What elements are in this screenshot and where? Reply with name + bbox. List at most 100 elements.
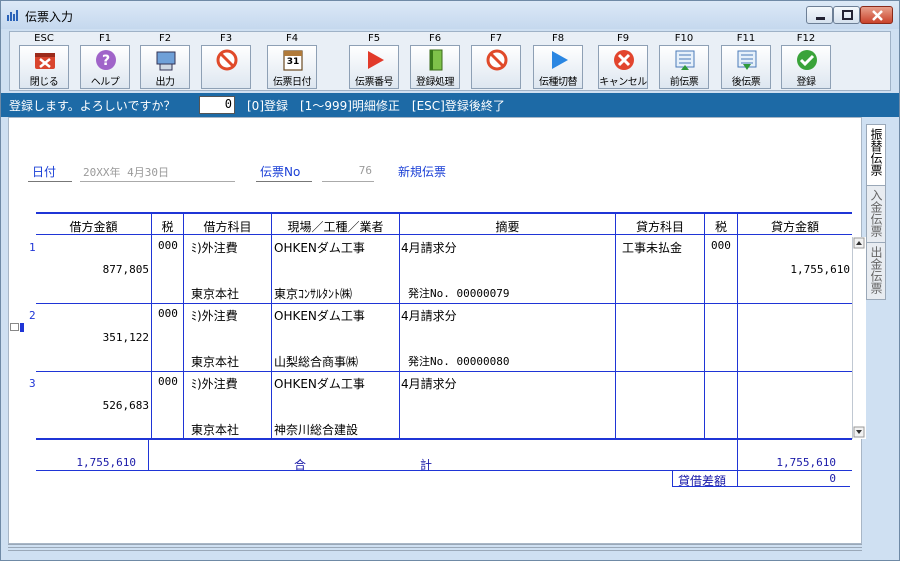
vendor-cell[interactable]: 東京ｺﾝｻﾙﾀﾝﾄ㈱ (274, 285, 352, 302)
row-number: 2 (29, 309, 36, 322)
tax-cell[interactable]: 000 (158, 375, 178, 388)
tax-cell[interactable]: 000 (158, 239, 178, 252)
column-header: 現場／工種／業者 (287, 220, 384, 234)
fkey-icon-box (471, 45, 521, 89)
fkey-icon-box: キャンセル (598, 45, 648, 89)
fkey-button-f6[interactable]: F6 登録処理 (407, 32, 463, 92)
fkey-button-f5[interactable]: F5 伝票番号 (346, 32, 402, 92)
svg-text:?: ? (102, 53, 110, 69)
vertical-scrollbar[interactable] (852, 237, 866, 439)
fkey-label: F12 (796, 33, 816, 44)
memo-cell[interactable]: 4月請求分 (401, 239, 457, 256)
site-cell[interactable]: OHKENダム工事 (274, 375, 365, 392)
site-cell[interactable]: OHKENダム工事 (274, 239, 365, 256)
order-no-cell[interactable]: 発注No. 00000079 (408, 285, 509, 301)
new-slip-label: 新規伝票 (398, 165, 447, 179)
column-header: 借方金額 (69, 220, 118, 234)
total-label-b: 計 (420, 458, 433, 472)
vendor-cell[interactable]: 山梨総合商事㈱ (274, 353, 358, 370)
vendor-cell[interactable]: 神奈川総合建設 (274, 421, 358, 438)
fkey-icon-box: 登録 (781, 45, 831, 89)
fkey-button-f8[interactable]: F8 伝種切替 (530, 32, 586, 92)
tab-receipt-slip[interactable]: 入金伝票 (866, 185, 886, 243)
branch-cell[interactable]: 東京本社 (191, 421, 239, 438)
memo-cell[interactable]: 4月請求分 (401, 375, 457, 392)
date-label: 日付 (32, 165, 57, 179)
credit-amount-cell[interactable]: 1,755,610 (740, 263, 850, 276)
fkey-icon-box: 伝種切替 (533, 45, 583, 89)
fkey-caption: キャンセル (599, 77, 647, 88)
fkey-button-f11[interactable]: F11 後伝票 (718, 32, 774, 92)
fkey-caption: 伝種切替 (539, 77, 578, 88)
column-header: 借方科目 (203, 220, 252, 234)
credit-total: 1,755,610 (776, 456, 836, 469)
fkey-button-f9[interactable]: F9 キャンセル (595, 32, 651, 92)
fkey-caption: 登録処理 (416, 77, 455, 88)
fkey-icon-box (201, 45, 251, 89)
fkey-label: F7 (489, 33, 503, 44)
fkey-label: F8 (551, 33, 565, 44)
memo-cell[interactable]: 4月請求分 (401, 307, 457, 324)
site-cell[interactable]: OHKENダム工事 (274, 307, 365, 324)
fkey-caption: 伝票番号 (355, 77, 394, 88)
fkey-button-f4[interactable]: F4 31 伝票日付 (264, 32, 320, 92)
debit-account-cell[interactable]: ﾐ)外注費 (191, 307, 238, 324)
fkey-label: F9 (616, 33, 630, 44)
fkey-icon-box: 閉じる (19, 45, 69, 89)
function-key-toolbar: ESC 閉じる F1? ヘルプ F2 出力 F3 F4 31 伝票日付 F5 伝票番号 F6 登録処理 F7… (9, 31, 891, 91)
tax-cell[interactable]: 000 (158, 307, 178, 320)
date-field[interactable]: 20XX年 4月30日 (83, 164, 169, 180)
fkey-button-f3[interactable]: F3 (198, 32, 254, 92)
column-header: 摘要 (495, 220, 520, 234)
close-icon (872, 10, 883, 21)
slip-no-field[interactable]: 76 (322, 164, 372, 177)
row-number: 3 (29, 377, 36, 390)
fkey-caption: ヘルプ (90, 77, 120, 88)
fkey-button-f12[interactable]: F12 登録 (778, 32, 834, 92)
current-row-caret (20, 323, 24, 332)
confirm-input[interactable]: 0 (199, 96, 235, 114)
credit-tax-cell[interactable]: 000 (711, 239, 731, 252)
window-title: 伝票入力 (25, 10, 74, 24)
minimize-icon (816, 17, 825, 20)
row-number: 1 (29, 241, 36, 254)
fkey-caption: 登録 (796, 77, 817, 88)
tab-transfer-slip[interactable]: 振替伝票 (866, 124, 886, 186)
app-icon (7, 10, 18, 21)
branch-cell[interactable]: 東京本社 (191, 353, 239, 370)
fkey-label: F6 (428, 33, 442, 44)
total-label-a: 合 (294, 458, 307, 472)
fkey-button-f1[interactable]: F1? ヘルプ (77, 32, 133, 92)
debit-amount-cell[interactable]: 351,122 (60, 331, 149, 344)
maximize-button[interactable] (833, 6, 860, 24)
debit-account-cell[interactable]: ﾐ)外注費 (191, 239, 238, 256)
fkey-icon-box: 後伝票 (721, 45, 771, 89)
fkey-button-f7[interactable]: F7 (468, 32, 524, 92)
fkey-label: F10 (674, 33, 694, 44)
debit-total: 1,755,610 (76, 456, 136, 469)
fkey-caption: 出力 (155, 77, 176, 88)
column-header: 税 (714, 220, 727, 234)
fkey-icon-box: 前伝票 (659, 45, 709, 89)
balance-diff-label: 貸借差額 (678, 474, 727, 488)
fkey-button-f10[interactable]: F10 前伝票 (656, 32, 712, 92)
fkey-label: F1 (98, 33, 112, 44)
fkey-icon-box: 伝票番号 (349, 45, 399, 89)
column-header: 税 (161, 220, 174, 234)
fkey-label: ESC (34, 33, 54, 44)
debit-amount-cell[interactable]: 877,805 (60, 263, 149, 276)
fkey-caption: 後伝票 (731, 77, 761, 88)
column-header: 貸方金額 (770, 220, 819, 234)
debit-account-cell[interactable]: ﾐ)外注費 (191, 375, 238, 392)
close-button[interactable] (860, 6, 893, 24)
title-bar[interactable]: 伝票入力 (1, 1, 899, 29)
debit-amount-cell[interactable]: 526,683 (60, 399, 149, 412)
fkey-button-esc[interactable]: ESC 閉じる (16, 32, 72, 92)
credit-account-cell[interactable]: 工事未払金 (622, 239, 682, 256)
branch-cell[interactable]: 東京本社 (191, 285, 239, 302)
fkey-button-f2[interactable]: F2 出力 (137, 32, 193, 92)
status-help-text: [0]登録 [1〜999]明細修正 [ESC]登録後終了 (247, 99, 505, 113)
tab-payment-slip[interactable]: 出金伝票 (866, 242, 886, 300)
minimize-button[interactable] (806, 6, 833, 24)
order-no-cell[interactable]: 発注No. 00000080 (408, 353, 509, 369)
